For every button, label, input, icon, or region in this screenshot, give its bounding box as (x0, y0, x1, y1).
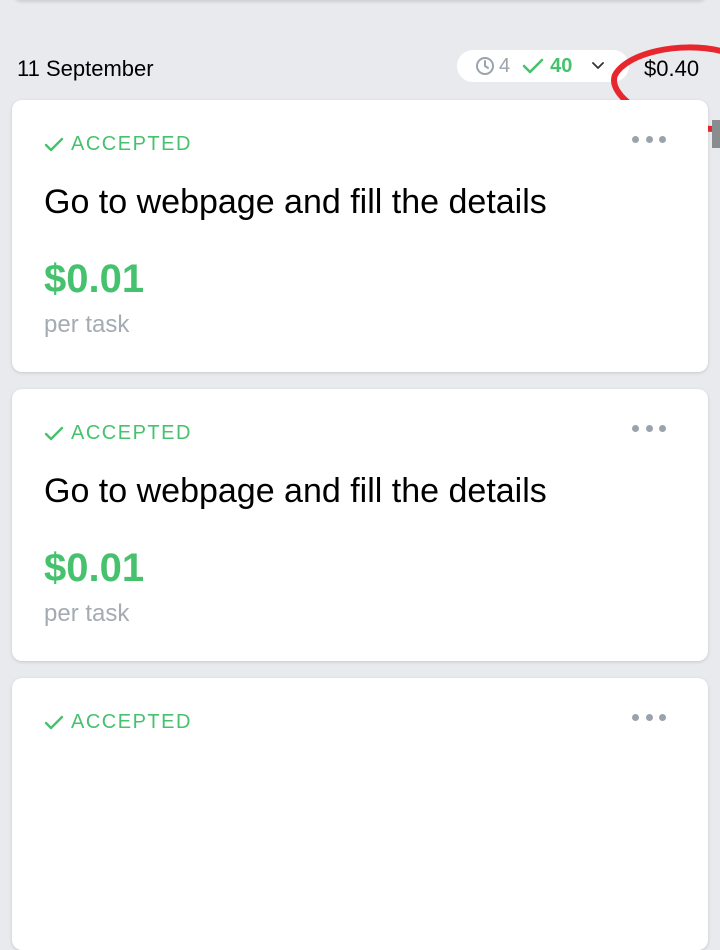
price-unit-label: per task (44, 311, 130, 338)
check-icon (44, 137, 64, 151)
task-status: ACCEPTED (44, 133, 192, 156)
status-label: ACCEPTED (71, 133, 192, 155)
day-summary-toggle[interactable]: 4 40 (457, 50, 629, 82)
price-unit-label: per task (44, 600, 130, 627)
more-options-icon[interactable] (630, 706, 668, 728)
scrollbar-thumb[interactable] (712, 120, 720, 148)
check-icon (44, 715, 64, 729)
task-price: $0.01 (44, 546, 145, 590)
task-status: ACCEPTED (44, 422, 192, 445)
accepted-count: 40 (550, 54, 573, 77)
pending-count: 4 (499, 54, 511, 77)
task-price: $0.01 (44, 257, 145, 301)
check-icon (522, 58, 544, 74)
task-card[interactable]: ACCEPTED (12, 678, 708, 950)
more-options-icon[interactable] (630, 128, 668, 150)
clock-icon (476, 57, 494, 75)
more-options-icon[interactable] (630, 417, 668, 439)
task-status: ACCEPTED (44, 711, 192, 734)
task-card[interactable]: ACCEPTED Go to webpage and fill the deta… (12, 389, 708, 661)
status-label: ACCEPTED (71, 711, 192, 733)
task-title: Go to webpage and fill the details (44, 472, 547, 510)
check-icon (44, 426, 64, 440)
chevron-down-icon (592, 62, 605, 69)
task-card[interactable]: ACCEPTED Go to webpage and fill the deta… (12, 100, 708, 372)
task-title: Go to webpage and fill the details (44, 183, 547, 221)
status-label: ACCEPTED (71, 422, 192, 444)
date-label: 11 September (17, 56, 154, 81)
